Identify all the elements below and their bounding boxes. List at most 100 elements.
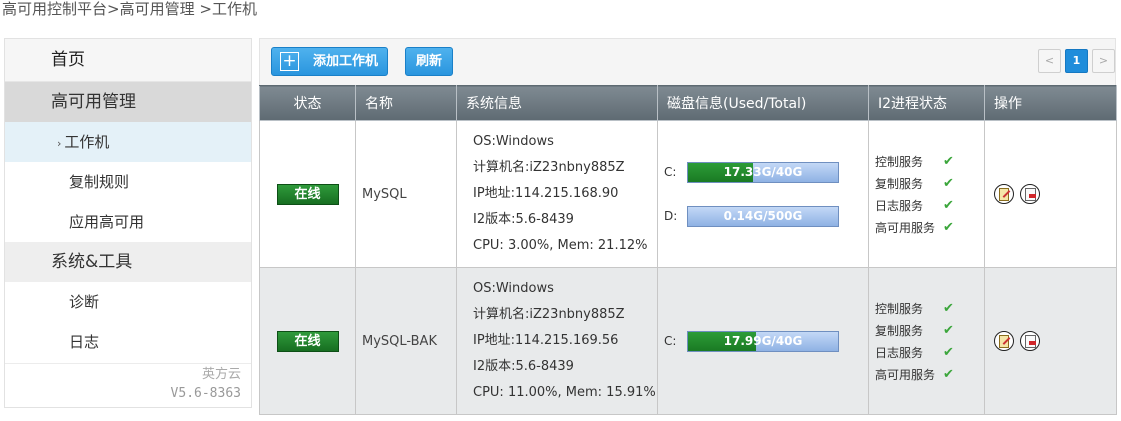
disk-usage-text: 17.33G/40G: [723, 164, 803, 179]
process-name: 高可用服务: [875, 220, 936, 235]
sidebar-item-replication-rules[interactable]: 复制规则: [5, 162, 251, 202]
toolbar: + 添加工作机 刷新 < 1 >: [259, 38, 1116, 85]
disk-usage-bar: 17.99G/40G: [687, 330, 839, 352]
version-info: I2版本:5.6-8439: [473, 212, 574, 227]
disk-usage-text: 0.14G/500G: [723, 208, 803, 223]
brand-name: 英方云: [201, 367, 241, 382]
status-cell: 在线: [259, 120, 356, 268]
table-row: 在线 MySQL-BAK OS:Windows 计算机名:iZ23nbny885…: [259, 267, 1117, 415]
worker-table: 状态 名称 系统信息 磁盘信息(Used/Total) I2进程状态 操作 在线…: [259, 85, 1117, 415]
ip-info: IP地址:114.215.168.90: [473, 186, 619, 201]
refresh-button[interactable]: 刷新: [405, 47, 453, 76]
table-row: 在线 MySQL OS:Windows 计算机名:iZ23nbny885Z IP…: [259, 120, 1117, 268]
disk-usage-bar: 17.33G/40G: [687, 161, 839, 183]
hostname-info: 计算机名:iZ23nbny885Z: [473, 160, 625, 175]
next-page-button[interactable]: >: [1092, 49, 1115, 73]
add-worker-button[interactable]: + 添加工作机: [271, 47, 388, 76]
column-header-disk: 磁盘信息(Used/Total): [657, 85, 869, 121]
process-name: 高可用服务: [875, 367, 936, 382]
column-header-actions: 操作: [984, 85, 1117, 121]
sidebar: 首页 高可用管理 › 工作机 复制规则 应用高可用 系统&工具 诊断 日志 英方云…: [4, 38, 252, 408]
page-1-button[interactable]: 1: [1065, 49, 1088, 73]
process-name: 控制服务: [875, 154, 924, 169]
actions-cell: [984, 120, 1117, 268]
edit-icon[interactable]: [994, 184, 1014, 204]
sidebar-group-system-tools[interactable]: 系统&工具: [5, 242, 251, 282]
check-icon: ✔: [943, 322, 954, 338]
process-name: 日志服务: [875, 345, 924, 360]
breadcrumb-separator: >: [194, 0, 212, 18]
check-icon: ✔: [943, 300, 954, 316]
breadcrumb-separator: >: [107, 0, 120, 18]
add-worker-label: 添加工作机: [313, 54, 379, 69]
column-header-sysinfo: 系统信息: [456, 85, 658, 121]
sidebar-item-home[interactable]: 首页: [5, 39, 251, 82]
process-item: 日志服务 ✔: [875, 341, 984, 363]
cpu-mem-info: CPU: 11.00%, Mem: 15.91%: [473, 385, 656, 400]
table-header-row: 状态 名称 系统信息 磁盘信息(Used/Total) I2进程状态 操作: [259, 85, 1117, 121]
sidebar-item-app-ha[interactable]: 应用高可用: [5, 202, 251, 242]
process-item: 复制服务 ✔: [875, 319, 984, 341]
check-icon: ✔: [943, 175, 954, 191]
disk-info: C: 17.33G/40G D: 0.14G/500G: [657, 120, 869, 268]
process-item: 复制服务 ✔: [875, 172, 984, 194]
check-icon: ✔: [943, 153, 954, 169]
process-item: 日志服务 ✔: [875, 194, 984, 216]
process-name: 复制服务: [875, 323, 924, 338]
delete-icon[interactable]: [1020, 184, 1040, 204]
delete-icon[interactable]: [1020, 331, 1040, 351]
breadcrumb: 高可用控制平台>高可用管理 >工作机: [2, 0, 257, 20]
disk-d-row: D: 0.14G/500G: [664, 194, 868, 238]
cpu-mem-info: CPU: 3.00%, Mem: 21.12%: [473, 238, 648, 253]
disk-label: D:: [664, 209, 678, 223]
sidebar-item-diagnosis[interactable]: 诊断: [5, 282, 251, 322]
column-header-process: I2进程状态: [868, 85, 985, 121]
main-panel: + 添加工作机 刷新 < 1 > 状态 名称 系统信息 磁盘信息(Used/To…: [259, 38, 1117, 415]
breadcrumb-root[interactable]: 高可用控制平台: [2, 0, 107, 18]
disk-label: C:: [664, 334, 677, 348]
disk-c-row: C: 17.99G/40G: [664, 319, 868, 363]
process-name: 复制服务: [875, 176, 924, 191]
disk-info: C: 17.99G/40G: [657, 267, 869, 415]
process-name: 控制服务: [875, 301, 924, 316]
hostname-info: 计算机名:iZ23nbny885Z: [473, 307, 625, 322]
status-badge: 在线: [276, 183, 339, 205]
check-icon: ✔: [943, 197, 954, 213]
column-header-name: 名称: [355, 85, 457, 121]
actions-cell: [984, 267, 1117, 415]
worker-name: MySQL-BAK: [355, 267, 457, 415]
version-info: I2版本:5.6-8439: [473, 359, 574, 374]
disk-usage-text: 17.99G/40G: [723, 333, 803, 348]
status-badge: 在线: [276, 330, 339, 352]
process-item: 高可用服务 ✔: [875, 216, 984, 238]
status-cell: 在线: [259, 267, 356, 415]
disk-usage-bar: 0.14G/500G: [687, 205, 839, 227]
disk-c-row: C: 17.33G/40G: [664, 150, 868, 194]
process-item: 高可用服务 ✔: [875, 363, 984, 385]
system-info: OS:Windows 计算机名:iZ23nbny885Z IP地址:114.21…: [456, 267, 658, 415]
os-info: OS:Windows: [473, 281, 554, 296]
process-item: 控制服务 ✔: [875, 297, 984, 319]
sidebar-item-logs[interactable]: 日志: [5, 322, 251, 362]
edit-icon[interactable]: [994, 331, 1014, 351]
worker-name: MySQL: [355, 120, 457, 268]
check-icon: ✔: [943, 219, 954, 235]
check-icon: ✔: [943, 344, 954, 360]
process-status: 控制服务 ✔ 复制服务 ✔ 日志服务 ✔ 高可用服务 ✔: [868, 267, 985, 415]
prev-page-button[interactable]: <: [1038, 49, 1061, 73]
version-label: V5.6-8363: [170, 386, 241, 401]
check-icon: ✔: [943, 366, 954, 382]
sidebar-item-workers[interactable]: › 工作机: [5, 122, 251, 162]
system-info: OS:Windows 计算机名:iZ23nbny885Z IP地址:114.21…: [456, 120, 658, 268]
os-info: OS:Windows: [473, 134, 554, 149]
plus-icon: +: [280, 52, 299, 71]
process-item: 控制服务 ✔: [875, 150, 984, 172]
sidebar-group-ha-management[interactable]: 高可用管理: [5, 82, 251, 122]
sidebar-item-label: 工作机: [64, 133, 110, 151]
process-status: 控制服务 ✔ 复制服务 ✔ 日志服务 ✔ 高可用服务 ✔: [868, 120, 985, 268]
column-header-status: 状态: [259, 85, 356, 121]
chevron-right-icon: ›: [57, 137, 62, 150]
disk-label: C:: [664, 165, 677, 179]
breadcrumb-section[interactable]: 高可用管理: [120, 0, 195, 18]
ip-info: IP地址:114.215.169.56: [473, 333, 619, 348]
